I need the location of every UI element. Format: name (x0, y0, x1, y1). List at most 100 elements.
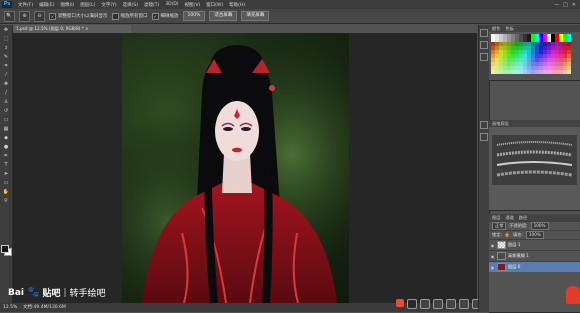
layer-name: 图层 0 (508, 264, 521, 269)
tools-panel: ✥ ⬚ ↄ ✎ ⌗ ⁄ ✚ / ♙ ↺ ▭ ▦ ◆ ● ✒ T ➤ ▭ ✋ ⚲ (0, 25, 13, 303)
layer-lock-row: 锁定: 🔒 填充: 100% (489, 230, 580, 239)
menu-3d[interactable]: 3D(D) (162, 2, 181, 7)
zoom-tool-icon[interactable]: ⚲ (2, 198, 10, 205)
menu-filter[interactable]: 滤镜(T) (141, 2, 162, 8)
zoom-100-button[interactable]: 100% (182, 11, 206, 21)
pen-tool-icon[interactable]: ✒ (2, 153, 10, 160)
tieba-brand: 贴吧 (42, 289, 61, 299)
tab-swatches[interactable]: 色板 (505, 25, 513, 32)
fill-label: 填充: (513, 232, 523, 237)
dodge-tool-icon[interactable]: ● (2, 144, 10, 151)
color-swatch[interactable] (567, 70, 571, 74)
sogou-icon[interactable] (396, 299, 404, 307)
hand-tool-icon[interactable]: ✋ (2, 189, 10, 196)
adjustments-icon[interactable] (480, 53, 488, 61)
photoshop-logo: Ps (2, 1, 12, 8)
healing-tool-icon[interactable]: ✚ (2, 81, 10, 88)
stamp-tool-icon[interactable]: ♙ (2, 99, 10, 106)
zoom-in-icon[interactable]: ⊕ (19, 10, 30, 22)
checkbox-icon (111, 12, 119, 20)
visibility-eye-icon[interactable]: ◉ (490, 265, 495, 270)
layer-row[interactable]: ◉ 图层 1 (489, 239, 580, 250)
tab-color[interactable]: 颜色 (492, 25, 500, 32)
foreground-color-swatch[interactable] (1, 245, 9, 253)
blend-mode-select[interactable]: 正常 (492, 222, 507, 230)
properties-icon[interactable] (480, 41, 488, 49)
menu-select[interactable]: 选择(S) (120, 2, 141, 8)
scrubby-zoom-checkbox[interactable]: ✓ 细微缩放 (151, 12, 179, 20)
zoom-tool-icon[interactable]: 🔍 (4, 10, 15, 22)
history-icon[interactable] (480, 29, 488, 37)
tab-layers[interactable]: 图层 (492, 214, 500, 221)
layer-name: 图层 1 (508, 242, 521, 247)
opacity-field[interactable]: 100% (530, 222, 549, 230)
lock-icon[interactable]: 🔒 (505, 232, 510, 238)
fill-screen-button[interactable]: 填充屏幕 (241, 11, 270, 21)
swatch-grid[interactable] (489, 32, 580, 76)
tab-brush-presets[interactable]: 画笔预设 (492, 120, 509, 127)
layer-name: 高斯模糊 1 (508, 253, 529, 258)
zoom-all-checkbox[interactable]: 缩放所有窗口 (111, 12, 148, 20)
shirt-icon[interactable] (459, 299, 469, 309)
close-tab-icon[interactable]: × (85, 26, 89, 31)
mic-icon[interactable] (433, 299, 443, 309)
keyboard-icon[interactable] (446, 299, 456, 309)
layer-row[interactable]: ◉ 高斯模糊 1 (489, 250, 580, 261)
checkbox-checked-icon: ✓ (49, 12, 56, 20)
move-tool-icon[interactable]: ✥ (2, 27, 10, 34)
history-brush-icon[interactable]: ↺ (2, 108, 10, 115)
corner-mascot-icon (566, 286, 580, 304)
gradient-tool-icon[interactable]: ▦ (2, 126, 10, 133)
eyedropper-tool-icon[interactable]: ⁄ (2, 72, 10, 79)
zoom-all-label: 缩放所有窗口 (120, 14, 148, 19)
menu-image[interactable]: 图像(I) (57, 2, 77, 8)
brush-tool-icon[interactable]: / (2, 90, 10, 97)
opacity-label: 不透明度: (509, 223, 528, 228)
baidu-brand: Bai (8, 287, 25, 298)
tab-paths[interactable]: 路径 (519, 214, 527, 221)
tab-channels[interactable]: 通道 (505, 214, 513, 221)
minimize-button[interactable]: — (554, 2, 559, 8)
menu-view[interactable]: 视图(V) (182, 2, 204, 8)
type-tool-icon[interactable]: T (2, 162, 10, 169)
brush-presets-panel: 画笔预设 (489, 120, 580, 211)
doc-size: 文档:49.4M/130.6M (23, 305, 66, 310)
menu-bar: Ps 文件(F) 编辑(E) 图像(I) 图层(L) 文字(Y) 选择(S) 滤… (0, 0, 580, 9)
brush-panel-icon[interactable] (480, 121, 488, 129)
blur-tool-icon[interactable]: ◆ (2, 135, 10, 142)
scrubby-zoom-label: 细微缩放 (160, 14, 179, 19)
layer-row-selected[interactable]: ◉ 图层 0 (489, 261, 580, 272)
menu-help[interactable]: 帮助(H) (226, 2, 248, 8)
shape-tool-icon[interactable]: ▭ (2, 180, 10, 187)
visibility-eye-icon[interactable]: ◉ (490, 254, 495, 259)
menu-window[interactable]: 窗口(W) (203, 2, 226, 8)
path-select-icon[interactable]: ➤ (2, 171, 10, 178)
close-button[interactable]: ✕ (572, 2, 576, 8)
brush-stroke-preview[interactable] (492, 135, 577, 185)
dot-icon[interactable] (420, 299, 430, 309)
menu-layer[interactable]: 图层(L) (77, 2, 98, 8)
canvas-image[interactable] (122, 33, 349, 303)
fit-screen-button[interactable]: 适合屏幕 (209, 11, 238, 21)
baidu-tieba-watermark: Bai 🐾 贴吧 | 转手绘吧 (8, 286, 106, 299)
menu-type[interactable]: 文字(Y) (98, 2, 119, 8)
clone-source-icon[interactable] (480, 133, 488, 141)
zoom-out-icon[interactable]: ⊖ (34, 10, 45, 22)
lasso-tool-icon[interactable]: ↄ (2, 45, 10, 52)
fill-field[interactable]: 100% (525, 231, 544, 239)
maximize-button[interactable]: □ (563, 2, 568, 8)
layer-thumbnail (497, 241, 506, 249)
document-tab[interactable]: 1.psd @ 12.5% (图层 0, RGB/8) * × (13, 25, 131, 33)
marquee-tool-icon[interactable]: ⬚ (2, 36, 10, 43)
visibility-eye-icon[interactable]: ◉ (490, 243, 495, 248)
eraser-tool-icon[interactable]: ▭ (2, 117, 10, 124)
resize-windows-checkbox[interactable]: ✓ 调整窗口大小以满屏显示 (49, 12, 108, 20)
quick-select-tool-icon[interactable]: ✎ (2, 54, 10, 61)
options-bar: 🔍 ⊕ ⊖ ✓ 调整窗口大小以满屏显示 缩放所有窗口 ✓ 细微缩放 100% 适… (0, 9, 580, 24)
zoom-level[interactable]: 12.5% (3, 305, 17, 310)
moon-icon[interactable] (407, 299, 417, 309)
crop-tool-icon[interactable]: ⌗ (2, 63, 10, 70)
swatches-panel: 颜色 色板 (489, 25, 580, 81)
menu-file[interactable]: 文件(F) (15, 2, 36, 8)
menu-edit[interactable]: 编辑(E) (36, 2, 57, 8)
